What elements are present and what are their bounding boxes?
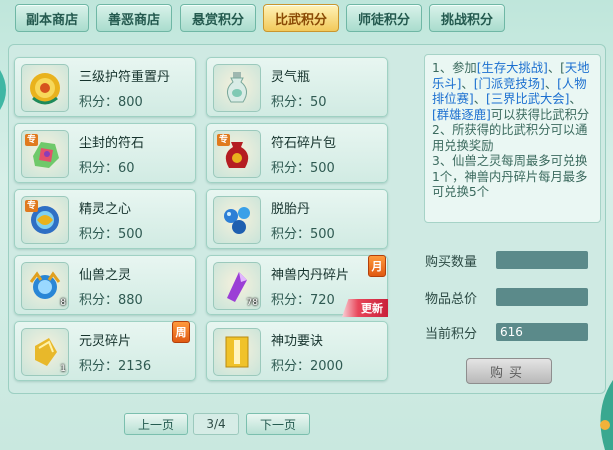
item-card[interactable]: 专 符石碎片包 积分：500 — [206, 123, 388, 183]
rule-line-2: 2、所获得的比武积分可以通用兑换奖励 — [432, 123, 588, 153]
red-pouch-icon: 专 — [213, 130, 261, 178]
exclusive-badge: 专 — [217, 134, 231, 146]
item-card[interactable]: 神功要诀 积分：2000 — [206, 321, 388, 381]
quantity-field[interactable] — [496, 251, 588, 269]
item-score: 积分：500 — [271, 161, 335, 176]
next-page-button[interactable]: 下一页 — [246, 413, 310, 435]
item-name: 仙兽之灵 — [79, 268, 132, 283]
exclusive-badge: 专 — [25, 134, 39, 146]
item-name: 符石碎片包 — [271, 136, 337, 151]
item-count: 1 — [60, 364, 66, 374]
item-score: 积分：500 — [271, 227, 335, 242]
item-score: 积分：60 — [79, 161, 135, 176]
jade-vase-icon — [213, 64, 261, 112]
item-card[interactable]: 1 元灵碎片 积分：2136 周 — [14, 321, 196, 381]
item-score: 积分：50 — [271, 95, 327, 110]
item-name: 精灵之心 — [79, 202, 132, 217]
item-name: 尘封的符石 — [79, 136, 145, 151]
item-count: 8 — [60, 298, 66, 308]
blue-pills-icon — [213, 196, 261, 244]
tab-bounty-points[interactable]: 悬赏积分 — [180, 4, 256, 32]
item-card[interactable]: 三级护符重置丹 积分：800 — [14, 57, 196, 117]
gold-flower-pill-icon — [21, 64, 69, 112]
link-survival-challenge[interactable]: [生存大挑战] — [477, 61, 548, 75]
yellow-book-icon — [213, 328, 261, 376]
new-badge: 更新 — [342, 299, 388, 317]
tab-dungeon-shop[interactable]: 副本商店 — [15, 4, 89, 32]
item-score: 积分：500 — [79, 227, 143, 242]
item-name: 脱胎丹 — [271, 202, 311, 217]
current-points-label: 当前积分 — [425, 327, 478, 342]
buy-button[interactable]: 购买 — [466, 358, 552, 384]
current-points-value: 616 — [496, 323, 588, 341]
exclusive-badge: 专 — [25, 200, 39, 212]
quantity-label: 购买数量 — [425, 255, 478, 270]
item-name: 神功要诀 — [271, 334, 324, 349]
beast-orb-icon: 8 — [21, 262, 69, 310]
item-card[interactable]: 脱胎丹 积分：500 — [206, 189, 388, 249]
shop-tab-bar: 副本商店 善恶商店 悬赏积分 比武积分 师徒积分 挑战积分 — [0, 0, 613, 36]
item-card[interactable]: 专 尘封的符石 积分：60 — [14, 123, 196, 183]
item-score: 积分：2000 — [271, 359, 344, 374]
tab-karma-shop[interactable]: 善恶商店 — [96, 4, 172, 32]
item-name: 神兽内丹碎片 — [271, 268, 350, 283]
item-card[interactable]: 8 仙兽之灵 积分：880 — [14, 255, 196, 315]
link-sanjie-tournament[interactable]: [三界比武大会] — [486, 92, 569, 106]
page-indicator: 3/4 — [193, 413, 239, 435]
gold-fragment-icon: 1 — [21, 328, 69, 376]
weekly-badge: 周 — [172, 321, 190, 343]
item-count: 78 — [246, 298, 258, 308]
total-price-value — [496, 288, 588, 306]
rule-line-3: 3、仙兽之灵每周最多可兑换1个，神兽内丹碎片每月最多可兑换5个 — [432, 154, 588, 199]
item-card[interactable]: 灵气瓶 积分：50 — [206, 57, 388, 117]
item-score: 积分：880 — [79, 293, 143, 308]
item-score: 积分：720 — [271, 293, 335, 308]
item-card[interactable]: 专 精灵之心 积分：500 — [14, 189, 196, 249]
item-name: 灵气瓶 — [271, 70, 311, 85]
item-score: 积分：2136 — [79, 359, 152, 374]
item-card[interactable]: 78 神兽内丹碎片 积分：720 月 更新 — [206, 255, 388, 317]
monthly-badge: 月 — [368, 255, 386, 277]
purple-shard-icon: 78 — [213, 262, 261, 310]
prev-page-button[interactable]: 上一页 — [124, 413, 188, 435]
link-sect-arena[interactable]: [门派竞技场] — [474, 77, 545, 91]
link-qunxiong-zhulu[interactable]: [群雄逐鹿] — [432, 108, 491, 122]
tab-pvp-points[interactable]: 比武积分 — [263, 4, 339, 32]
item-name: 三级护符重置丹 — [79, 70, 171, 85]
item-score: 积分：800 — [79, 95, 143, 110]
tab-challenge-points[interactable]: 挑战积分 — [429, 4, 505, 32]
rune-stone-icon: 专 — [21, 130, 69, 178]
rules-info-box: 1、参加[生存大挑战]、[天地乐斗]、[门派竞技场]、[人物排位赛]、[三界比武… — [424, 54, 601, 223]
spirit-heart-icon: 专 — [21, 196, 69, 244]
corner-decoration — [583, 380, 613, 450]
item-name: 元灵碎片 — [79, 334, 132, 349]
tab-mentor-points[interactable]: 师徒积分 — [346, 4, 422, 32]
total-price-label: 物品总价 — [425, 292, 478, 307]
